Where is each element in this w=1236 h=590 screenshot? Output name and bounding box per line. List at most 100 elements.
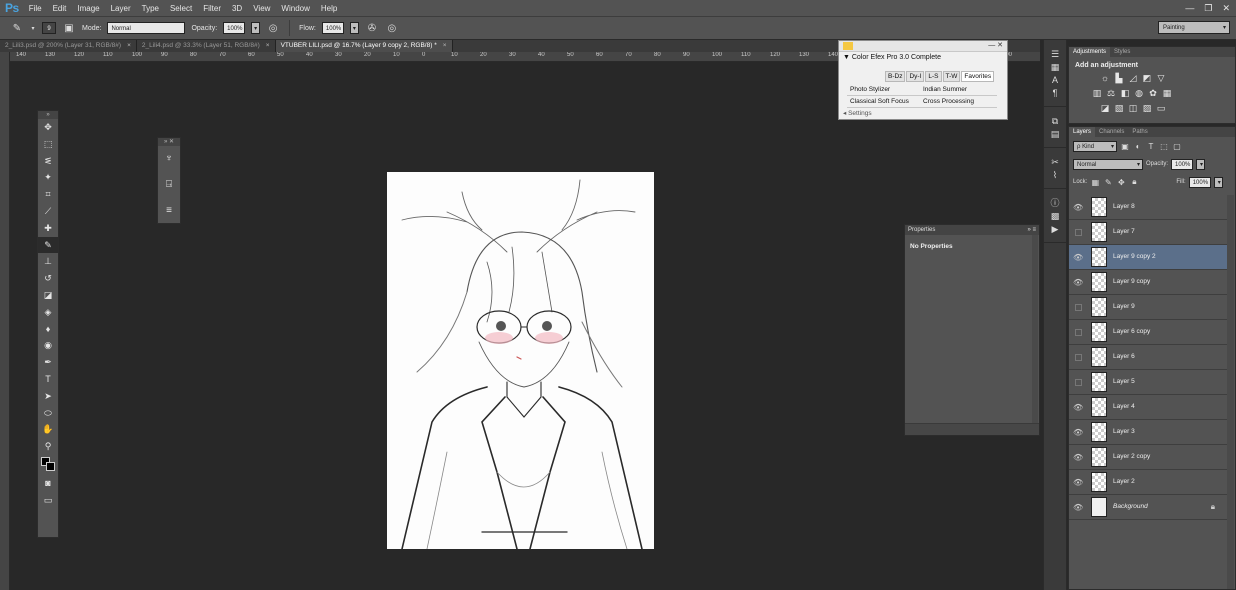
screen-mode-icon[interactable]: ▭	[38, 492, 58, 509]
color-balance-icon[interactable]: ⚖	[1105, 87, 1117, 99]
invert-icon[interactable]: ◪	[1099, 102, 1111, 114]
restore-icon[interactable]: ❐	[1204, 3, 1212, 14]
flow-dropdown[interactable]: ▾	[349, 22, 359, 34]
magic-wand-tool-icon[interactable]: ✦	[38, 169, 58, 186]
visibility-toggle-off[interactable]	[1075, 354, 1082, 361]
layer-row[interactable]: 👁︎ Layer 4	[1069, 395, 1227, 420]
crop-tool-icon[interactable]: ⌗	[38, 186, 58, 203]
layer-row[interactable]: Layer 5	[1069, 370, 1227, 395]
chevron-down-icon[interactable]: ▾	[30, 25, 36, 32]
visibility-eye-icon[interactable]: 👁︎	[1073, 253, 1083, 262]
tab-adjustments[interactable]: Adjustments	[1069, 47, 1111, 57]
filter-photo-stylizer[interactable]: Photo Stylizer	[847, 84, 920, 95]
lock-transparent-icon[interactable]: ▦	[1090, 178, 1100, 187]
brush-settings-icon[interactable]: ⍈	[158, 172, 180, 198]
hue-saturation-icon[interactable]: ▥	[1091, 87, 1103, 99]
brush-panel-toggle-icon[interactable]: ▣	[62, 23, 76, 34]
tab-styles[interactable]: Styles	[1110, 47, 1134, 57]
mode-select[interactable]: Normal	[107, 22, 186, 34]
panel-collapse-icon[interactable]: »	[38, 111, 58, 119]
tab-favorites[interactable]: Favorites	[961, 71, 995, 82]
tab-dy-i[interactable]: Dy-I	[906, 71, 925, 82]
ruler-vertical[interactable]	[0, 52, 10, 590]
document-tab[interactable]: 2_Lili4.psd @ 33.3% (Layer 51, RGB/8#) ×	[136, 40, 276, 52]
fill-dropdown[interactable]: ▾	[1213, 176, 1223, 188]
path-select-tool-icon[interactable]: ➤	[38, 388, 58, 405]
menu-file[interactable]: File	[29, 4, 42, 13]
properties-panel-icon[interactable]: ▩	[1044, 210, 1066, 223]
type-tool-icon[interactable]: T	[38, 371, 58, 388]
brush-size-picker[interactable]: 9	[42, 22, 56, 34]
panel-menu-icon[interactable]: » ≡	[1027, 227, 1036, 233]
layer-row[interactable]: 👁︎ Layer 8	[1069, 195, 1227, 220]
history-brush-tool-icon[interactable]: ↺	[38, 270, 58, 287]
filter-smart-icon[interactable]: ▢	[1172, 142, 1182, 151]
menu-select[interactable]: Select	[170, 4, 192, 13]
airbrush-icon[interactable]: ✇	[365, 23, 379, 34]
zoom-tool-icon[interactable]: ⚲	[38, 438, 58, 455]
blend-mode-select[interactable]: Normal ▾	[1073, 158, 1143, 170]
character-panel-icon[interactable]: A	[1044, 74, 1066, 87]
canvas-document[interactable]	[387, 172, 654, 549]
paint-bucket-tool-icon[interactable]: ◈	[38, 304, 58, 321]
layer-row[interactable]: 👁︎ Layer 2	[1069, 470, 1227, 495]
visibility-eye-icon[interactable]: 👁︎	[1073, 403, 1083, 412]
color-lookup-icon[interactable]: ▦	[1161, 87, 1173, 99]
brightness-icon[interactable]: ☼	[1099, 72, 1111, 84]
filter-pixel-icon[interactable]: ▣	[1120, 142, 1130, 151]
clone-source-panel-icon[interactable]: ⧉	[1044, 115, 1066, 128]
layer-row-selected[interactable]: 👁︎ Layer 9 copy 2	[1069, 245, 1227, 270]
navigator-icon[interactable]: ▦	[1044, 61, 1066, 74]
vibrance-icon[interactable]: ▽	[1155, 72, 1167, 84]
close-icon[interactable]: ✕	[1222, 3, 1230, 14]
visibility-toggle-off[interactable]	[1075, 379, 1082, 386]
visibility-toggle-off[interactable]	[1075, 329, 1082, 336]
window-titlebar[interactable]: — ✕	[839, 41, 1007, 52]
visibility-eye-icon[interactable]: 👁︎	[1073, 428, 1083, 437]
channel-mixer-icon[interactable]: ✿	[1147, 87, 1159, 99]
fill-input[interactable]: 100%	[1188, 176, 1211, 188]
healing-tool-icon[interactable]: ✚	[38, 220, 58, 237]
layer-row[interactable]: Layer 6 copy	[1069, 320, 1227, 345]
layer-row[interactable]: Layer 7	[1069, 220, 1227, 245]
tab-paths[interactable]: Paths	[1128, 127, 1151, 137]
filter-shape-icon[interactable]: ⬚	[1159, 142, 1169, 151]
layer-row[interactable]: Layer 9	[1069, 295, 1227, 320]
layer-row[interactable]: 👁︎ Layer 9 copy	[1069, 270, 1227, 295]
clone-source-icon[interactable]: ≡	[158, 198, 180, 224]
black-white-icon[interactable]: ◧	[1119, 87, 1131, 99]
layer-row-background[interactable]: 👁︎ Background 🔒︎	[1069, 495, 1227, 520]
menu-edit[interactable]: Edit	[53, 4, 67, 13]
levels-icon[interactable]: ▙	[1113, 72, 1125, 84]
menu-type[interactable]: Type	[142, 4, 159, 13]
lock-position-icon[interactable]: ✥	[1116, 178, 1126, 187]
kind-filter-select[interactable]: ρ Kind ▾	[1073, 140, 1117, 152]
exposure-icon[interactable]: ◩	[1141, 72, 1153, 84]
visibility-eye-icon[interactable]: 👁︎	[1073, 278, 1083, 287]
posterize-icon[interactable]: ▧	[1113, 102, 1125, 114]
filter-cross-processing[interactable]: Cross Processing	[920, 96, 993, 107]
layer-opacity-dropdown[interactable]: ▾	[1196, 158, 1206, 170]
filter-indian-summer[interactable]: Indian Summer	[920, 84, 993, 95]
visibility-toggle-off[interactable]	[1075, 304, 1082, 311]
hand-tool-icon[interactable]: ✋	[38, 421, 58, 438]
visibility-eye-icon[interactable]: 👁︎	[1073, 503, 1083, 512]
actions-panel-icon[interactable]: ▤	[1044, 128, 1066, 141]
marquee-tool-icon[interactable]: ⬚	[38, 136, 58, 153]
selective-color-icon[interactable]: ▨	[1141, 102, 1153, 114]
close-icon[interactable]: ×	[127, 42, 131, 49]
photo-filter-icon[interactable]: ◍	[1133, 87, 1145, 99]
visibility-eye-icon[interactable]: 👁︎	[1073, 453, 1083, 462]
document-tab-active[interactable]: VTUBER LILI.psd @ 16.7% (Layer 9 copy 2,…	[275, 40, 453, 52]
history-panel-icon[interactable]: ☰	[1044, 48, 1066, 61]
blur-tool-icon[interactable]: ♦	[38, 321, 58, 338]
visibility-toggle-off[interactable]	[1075, 229, 1082, 236]
scrollbar[interactable]	[1032, 235, 1038, 423]
settings-toggle[interactable]: ◂ Settings	[843, 109, 872, 117]
tab-layers[interactable]: Layers	[1069, 127, 1096, 137]
filter-type-icon[interactable]: T	[1146, 142, 1156, 151]
timeline-icon[interactable]: ▶	[1044, 223, 1066, 236]
scrollbar[interactable]	[1227, 195, 1234, 589]
quick-mask-icon[interactable]: ◙	[38, 475, 58, 492]
layer-row[interactable]: 👁︎ Layer 3	[1069, 420, 1227, 445]
